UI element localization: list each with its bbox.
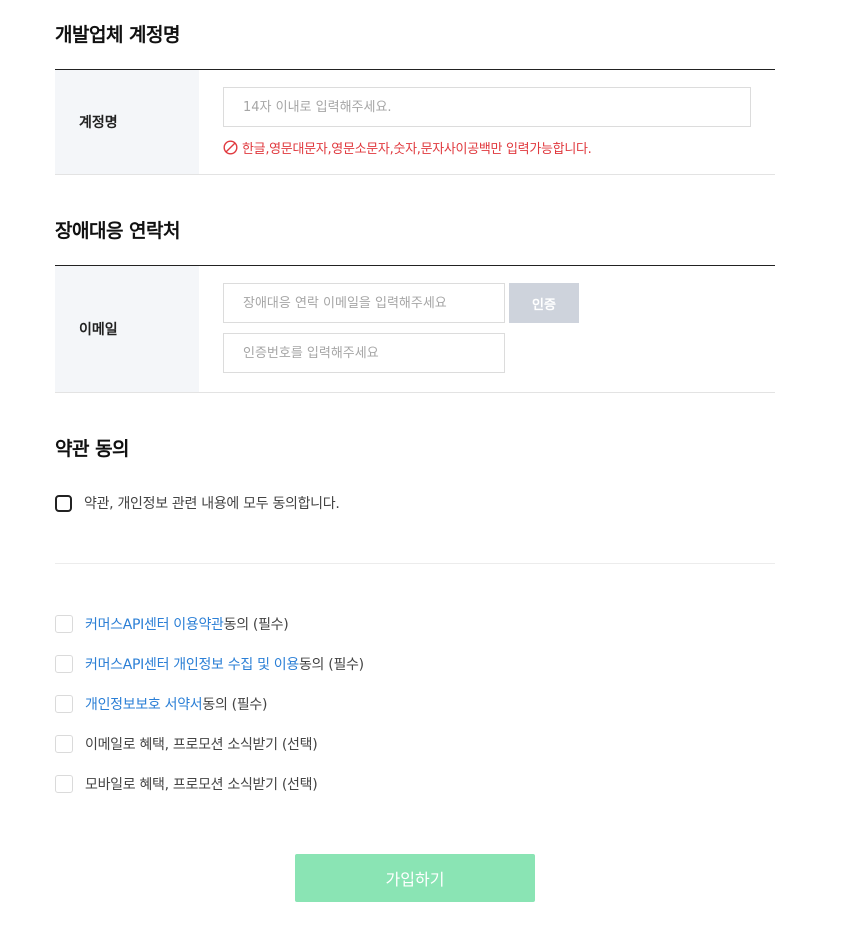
contact-field-cell: 인증 (199, 266, 775, 392)
terms-checkbox[interactable] (55, 735, 73, 753)
account-error-message: 한글,영문대문자,영문소문자,숫자,문자사이공백만 입력가능합니다. (223, 138, 592, 157)
terms-section-title: 약관 동의 (55, 438, 130, 460)
email-label: 이메일 (55, 266, 199, 392)
terms-link[interactable]: 커머스API센터 개인정보 수집 및 이용 (85, 654, 299, 674)
terms-link[interactable]: 개인정보보호 서약서 (85, 694, 203, 714)
terms-checkbox[interactable] (55, 695, 73, 713)
terms-item-service[interactable]: 커머스API센터 이용약관 동의 (필수) (55, 614, 289, 634)
terms-link[interactable]: 커머스API센터 이용약관 (85, 614, 224, 634)
account-label: 계정명 (55, 70, 199, 174)
terms-item-mobile-promo[interactable]: 모바일로 혜택, 프로모션 소식받기 (선택) (55, 774, 318, 794)
contact-section-title: 장애대응 연락처 (55, 220, 180, 242)
terms-divider (55, 563, 775, 564)
terms-item-privacy-collection[interactable]: 커머스API센터 개인정보 수집 및 이용 동의 (필수) (55, 654, 364, 674)
email-input[interactable] (223, 283, 505, 323)
terms-checkbox[interactable] (55, 655, 73, 673)
terms-item-email-promo[interactable]: 이메일로 혜택, 프로모션 소식받기 (선택) (55, 734, 318, 754)
verify-button[interactable]: 인증 (509, 283, 579, 323)
account-error-text: 한글,영문대문자,영문소문자,숫자,문자사이공백만 입력가능합니다. (242, 142, 592, 157)
account-name-input[interactable] (223, 87, 751, 127)
terms-checkbox[interactable] (55, 615, 73, 633)
terms-item-privacy-pledge[interactable]: 개인정보보호 서약서 동의 (필수) (55, 694, 267, 714)
terms-suffix: 동의 (필수) (202, 697, 268, 713)
contact-table: 이메일 인증 (55, 265, 775, 393)
terms-suffix: 동의 (필수) (298, 657, 364, 673)
terms-suffix: 동의 (필수) (223, 617, 289, 633)
agree-all-label: 약관, 개인정보 관련 내용에 모두 동의합니다. (84, 496, 340, 512)
account-field-cell: 한글,영문대문자,영문소문자,숫자,문자사이공백만 입력가능합니다. (199, 70, 775, 174)
terms-label: 이메일로 혜택, 프로모션 소식받기 (선택) (85, 737, 318, 753)
terms-checkbox[interactable] (55, 775, 73, 793)
account-table: 계정명 한글,영문대문자,영문소문자,숫자,문자사이공백만 입력가능합니다. (55, 69, 775, 175)
account-section-title: 개발업체 계정명 (55, 24, 180, 46)
agree-all-checkbox[interactable] (55, 494, 72, 512)
prohibited-circle-icon (223, 140, 238, 155)
verification-code-input[interactable] (223, 333, 505, 373)
agree-all-row[interactable]: 약관, 개인정보 관련 내용에 모두 동의합니다. (55, 493, 340, 513)
join-button[interactable]: 가입하기 (295, 854, 535, 902)
terms-label: 모바일로 혜택, 프로모션 소식받기 (선택) (85, 777, 318, 793)
